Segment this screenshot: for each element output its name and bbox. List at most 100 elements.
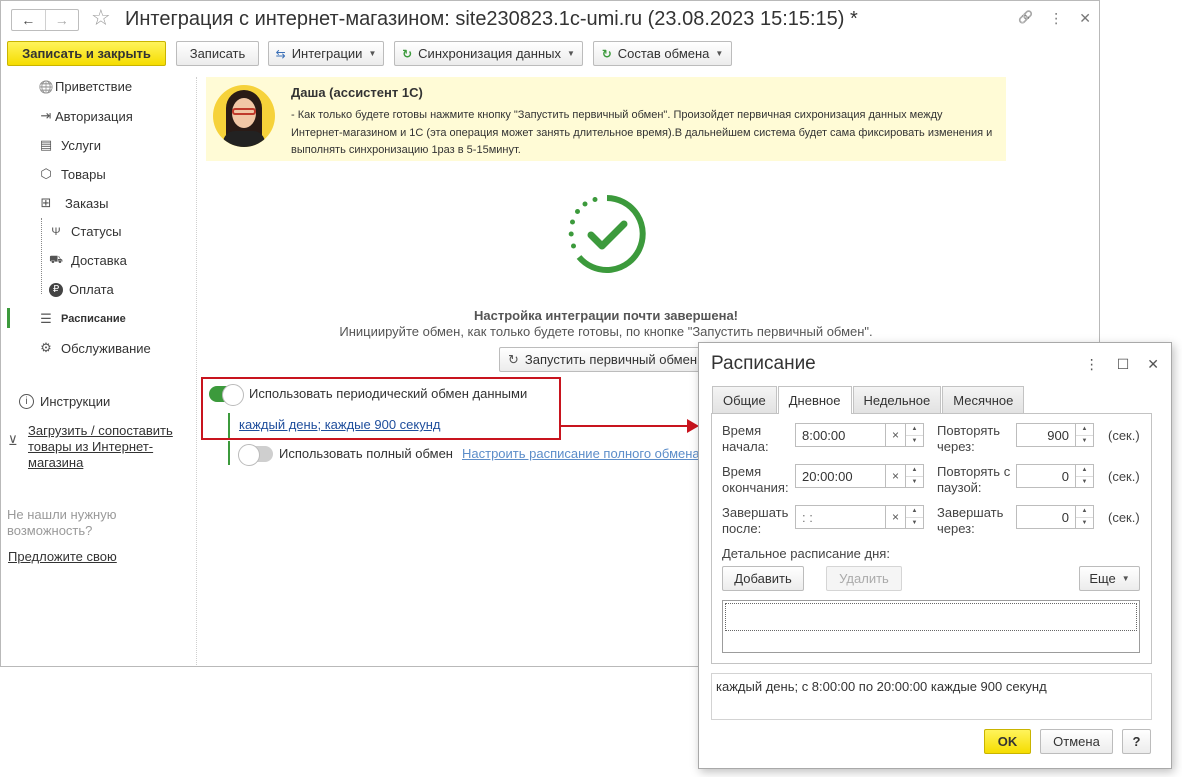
- back-icon[interactable]: ←: [12, 10, 45, 30]
- sidebar-item-orders[interactable]: ⊞ Заказы: [37, 195, 109, 211]
- sidebar-item-delivery[interactable]: ⛟ Доставка: [47, 253, 127, 268]
- sidebar: 🌐 Приветствие ⇥ Авторизация ▤ Услуги ⬡ Т…: [1, 73, 195, 667]
- sync-icon: ↻: [402, 46, 413, 61]
- repeat-every-input[interactable]: 900: [1016, 423, 1076, 447]
- status-subtitle: Инициируйте обмен, как только будете гот…: [339, 324, 873, 339]
- tab-bar: Общие Дневное Недельное Месячное: [712, 386, 1025, 414]
- highlight-box: [201, 377, 561, 440]
- stepper-icon[interactable]: ▲ ▼: [1076, 464, 1094, 488]
- sidebar-item-label: Приветствие: [55, 79, 133, 94]
- delete-button[interactable]: Удалить: [826, 566, 902, 591]
- dialog-controls: ⋮ ☐ ✕: [1085, 356, 1159, 373]
- repeat-every-label: Повторять через:: [937, 423, 1001, 454]
- sidebar-item-maintenance[interactable]: ⚙ Обслуживание: [37, 340, 151, 356]
- stepper-icon[interactable]: ▲ ▼: [906, 505, 924, 529]
- tab-monthly[interactable]: Месячное: [942, 386, 1025, 413]
- favorite-star-icon[interactable]: ☆: [91, 7, 111, 29]
- ok-button[interactable]: OK: [984, 729, 1031, 754]
- basket-icon: ⊞: [40, 195, 52, 210]
- basket-upload-icon: ⊻: [8, 433, 18, 448]
- clear-icon[interactable]: ×: [886, 505, 906, 529]
- sidebar-item-label: Заказы: [65, 195, 109, 211]
- info-icon: i: [19, 394, 34, 409]
- assistant-panel: Даша (ассистент 1С) - Как только будете …: [206, 77, 1006, 161]
- save-close-button[interactable]: Записать и закрыть: [7, 41, 166, 66]
- sidebar-item-payment[interactable]: ₽ Оплата: [47, 282, 114, 297]
- stepper-icon[interactable]: ▲ ▼: [906, 423, 924, 447]
- sidebar-item-schedule[interactable]: ☰ Расписание: [37, 311, 126, 327]
- stepper-icon[interactable]: ▲ ▼: [906, 464, 924, 488]
- suggest-link[interactable]: Предложите свою: [8, 549, 117, 564]
- title-bar: ← → ☆ Интеграция с интернет-магазином: s…: [1, 1, 1099, 37]
- unit-label: (сек.): [1108, 510, 1140, 525]
- sidebar-item-statuses[interactable]: Ψ Статусы: [47, 224, 121, 239]
- more-dropdown[interactable]: Еще ▼: [1079, 566, 1140, 591]
- chevron-down-icon: ▼: [368, 49, 377, 58]
- forward-icon[interactable]: →: [44, 10, 79, 30]
- clear-icon[interactable]: ×: [886, 464, 906, 488]
- sidebar-item-label: Услуги: [61, 137, 101, 153]
- start-time-input[interactable]: 8:00:00: [795, 423, 886, 447]
- window-controls: 🔗 ⋮ ✕: [1018, 10, 1091, 27]
- close-icon[interactable]: ✕: [1079, 10, 1091, 27]
- unit-label: (сек.): [1108, 428, 1140, 443]
- integrations-dropdown[interactable]: ⇆ Интеграции ▼: [268, 41, 384, 66]
- save-button[interactable]: Записать: [176, 41, 259, 66]
- finish-after-input[interactable]: : :: [795, 505, 886, 529]
- exchange-icon: ↻: [601, 46, 612, 61]
- end-time-input[interactable]: 20:00:00: [795, 464, 886, 488]
- stepper-icon[interactable]: ▲ ▼: [1076, 423, 1094, 447]
- upload-products-link[interactable]: Загрузить / сопоставить товары из Интерн…: [28, 423, 178, 471]
- help-button[interactable]: ?: [1122, 729, 1151, 754]
- ruble-icon: ₽: [49, 282, 63, 297]
- integrations-label: Интеграции: [291, 46, 363, 61]
- sidebar-item-products[interactable]: ⬡ Товары: [37, 166, 106, 182]
- more-icon[interactable]: ⋮: [1049, 10, 1063, 27]
- instructions-label: Инструкции: [40, 394, 111, 409]
- maximize-icon[interactable]: ☐: [1117, 356, 1130, 373]
- start-time-label: Время начала:: [722, 423, 769, 454]
- exchange-composition-dropdown[interactable]: ↻ Состав обмена ▼: [593, 41, 732, 66]
- sidebar-divider: [196, 77, 197, 665]
- assistant-message: - Как только будете готовы нажмите кнопк…: [291, 109, 993, 156]
- detail-schedule-table[interactable]: [722, 600, 1140, 653]
- cancel-button[interactable]: Отмена: [1040, 729, 1113, 754]
- assistant-avatar: [213, 85, 275, 147]
- tab-general[interactable]: Общие: [712, 386, 777, 413]
- sidebar-item-label: Оплата: [69, 282, 114, 297]
- dialog-title: Расписание: [711, 353, 816, 374]
- globe-icon: 🌐: [38, 79, 54, 94]
- highlight-arrow: [561, 425, 691, 427]
- more-icon[interactable]: ⋮: [1085, 356, 1099, 373]
- sidebar-item-label: Расписание: [61, 313, 126, 325]
- sync-dropdown[interactable]: ↻ Синхронизация данных ▼: [394, 41, 583, 66]
- repeat-pause-input[interactable]: 0: [1016, 464, 1076, 488]
- link-icon[interactable]: 🔗: [1018, 10, 1033, 27]
- table-row[interactable]: [725, 603, 1137, 631]
- full-schedule-link[interactable]: Настроить расписание полного обмена: [462, 446, 700, 461]
- full-exchange-toggle[interactable]: [238, 444, 273, 466]
- sidebar-item-welcome[interactable]: 🌐 Приветствие: [37, 79, 133, 94]
- start-exchange-button[interactable]: ↻ Запустить первичный обмен: [499, 347, 709, 372]
- login-icon: ⇥: [40, 108, 52, 123]
- sidebar-item-label: Статусы: [71, 224, 122, 239]
- sidebar-item-label: Авторизация: [55, 108, 133, 124]
- exchange-composition-label: Состав обмена: [617, 46, 710, 61]
- instructions-item[interactable]: i Инструкции: [19, 394, 110, 409]
- unit-label: (сек.): [1108, 469, 1140, 484]
- delivery-icon: ⛟: [49, 253, 63, 266]
- clear-icon[interactable]: ×: [886, 423, 906, 447]
- not-found-text: Не нашли нужную возможность?: [7, 507, 117, 538]
- tab-daily[interactable]: Дневное: [777, 386, 852, 414]
- finish-in-input[interactable]: 0: [1016, 505, 1076, 529]
- close-icon[interactable]: ✕: [1147, 356, 1159, 373]
- tab-weekly[interactable]: Недельное: [852, 386, 942, 413]
- start-exchange-label: Запустить первичный обмен: [524, 352, 698, 367]
- sidebar-item-services[interactable]: ▤ Услуги: [37, 137, 101, 153]
- sidebar-item-authorization[interactable]: ⇥ Авторизация: [37, 108, 133, 124]
- sidebar-item-label: Товары: [61, 166, 106, 182]
- end-time-label: Время окончания:: [722, 464, 789, 495]
- add-button[interactable]: Добавить: [722, 566, 804, 591]
- more-label: Еще: [1089, 571, 1116, 586]
- stepper-icon[interactable]: ▲ ▼: [1076, 505, 1094, 529]
